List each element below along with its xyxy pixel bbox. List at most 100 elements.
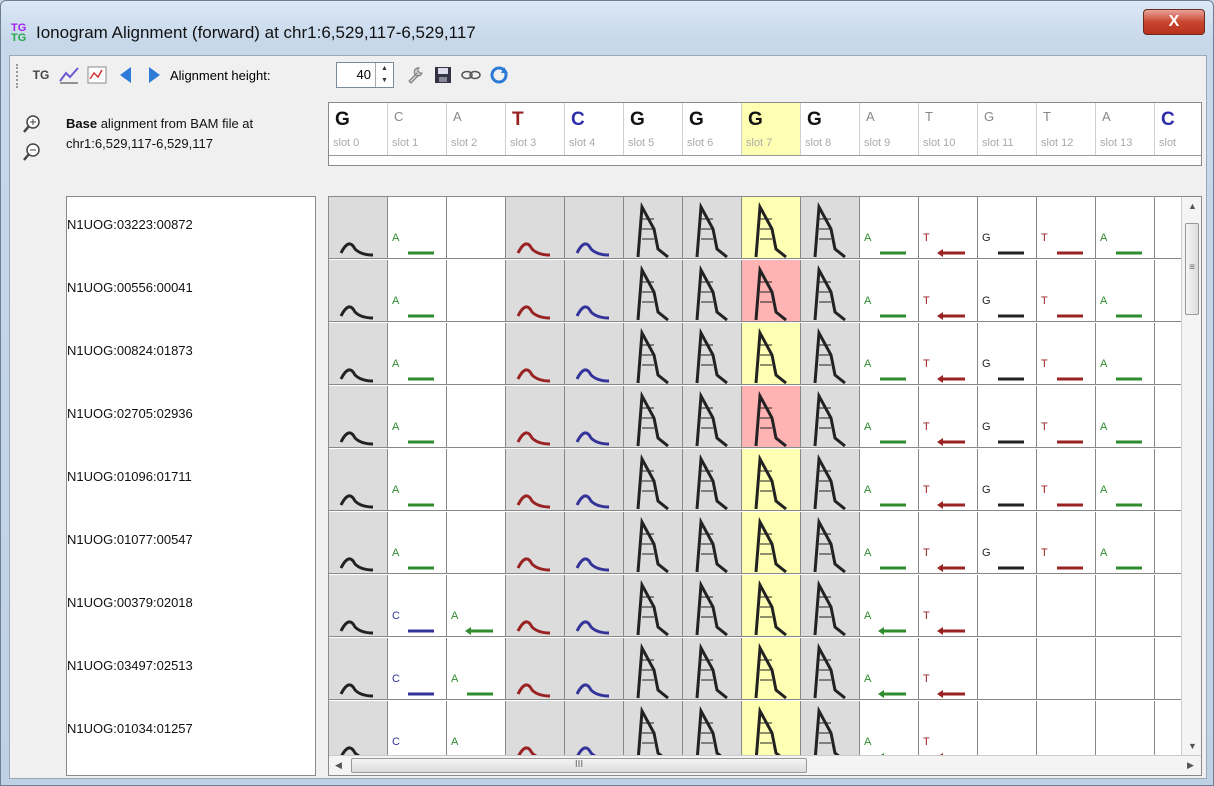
tg-icon[interactable]: TG: [28, 62, 54, 88]
ionogram-cell[interactable]: T: [1037, 449, 1096, 511]
ionogram-cell[interactable]: T: [919, 323, 978, 385]
ionogram-cell[interactable]: [506, 386, 565, 448]
refresh-icon[interactable]: [486, 62, 512, 88]
ionogram-cell[interactable]: [742, 449, 801, 511]
ionogram-cell[interactable]: A: [388, 386, 447, 448]
ionogram-cell[interactable]: A: [860, 323, 919, 385]
ionogram-cell[interactable]: [329, 449, 388, 511]
ionogram-cell[interactable]: [447, 260, 506, 322]
ionogram-cell[interactable]: [742, 638, 801, 700]
alignment-height-value[interactable]: 40: [357, 67, 371, 82]
ionogram-cell[interactable]: [801, 386, 860, 448]
ionogram-cell[interactable]: [624, 323, 683, 385]
ionogram-cell[interactable]: A: [388, 512, 447, 574]
ionogram-cell[interactable]: [742, 323, 801, 385]
ionogram-cell[interactable]: [742, 512, 801, 574]
ionogram-cell[interactable]: T: [1037, 323, 1096, 385]
ionogram-cell[interactable]: [683, 701, 742, 763]
ionogram-cell[interactable]: [801, 638, 860, 700]
read-name[interactable]: N1UOG:03223:00872: [67, 197, 315, 259]
ionogram-cell[interactable]: [801, 449, 860, 511]
ionogram-cell[interactable]: [624, 260, 683, 322]
ionogram-cell[interactable]: T: [919, 512, 978, 574]
ionogram-cell[interactable]: [1037, 701, 1096, 763]
ionogram-cell[interactable]: A: [1096, 449, 1155, 511]
alignment-height-spinner[interactable]: 40 ▲ ▼: [336, 62, 394, 88]
ionogram-cell[interactable]: [565, 638, 624, 700]
scroll-up-icon[interactable]: ▲: [1188, 201, 1197, 211]
ionogram-cell[interactable]: T: [1037, 260, 1096, 322]
ionogram-cell[interactable]: T: [919, 638, 978, 700]
ionogram-cell[interactable]: [447, 512, 506, 574]
horizontal-scrollbar[interactable]: ◀ III ▶: [329, 755, 1201, 775]
link-icon[interactable]: [458, 62, 484, 88]
ionogram-cell[interactable]: [329, 260, 388, 322]
ionogram-cell[interactable]: [1096, 638, 1155, 700]
read-name[interactable]: N1UOG:01077:00547: [67, 512, 315, 574]
ionogram-cell[interactable]: [329, 323, 388, 385]
ionogram-cell[interactable]: [801, 575, 860, 637]
save-icon[interactable]: [430, 62, 456, 88]
ionogram-cell[interactable]: [329, 512, 388, 574]
ionogram-cell[interactable]: [683, 638, 742, 700]
ionogram-cell[interactable]: A: [388, 197, 447, 259]
ionogram-cell[interactable]: [624, 638, 683, 700]
next-arrow-icon[interactable]: [142, 62, 166, 88]
ionogram-cell[interactable]: [506, 638, 565, 700]
ionogram-cell[interactable]: [1096, 575, 1155, 637]
ionogram-cell[interactable]: [801, 323, 860, 385]
ionogram-cell[interactable]: [447, 323, 506, 385]
toolbar-grip[interactable]: [16, 64, 19, 88]
ionogram-cell[interactable]: [329, 701, 388, 763]
ionogram-cell[interactable]: [683, 512, 742, 574]
ionogram-cell[interactable]: G: [978, 386, 1037, 448]
ionogram-cell[interactable]: [329, 197, 388, 259]
close-button[interactable]: X: [1143, 9, 1205, 35]
ionogram-cell[interactable]: [801, 260, 860, 322]
ionogram-cell[interactable]: [978, 575, 1037, 637]
ionogram-cell[interactable]: [447, 449, 506, 511]
ionogram-cell[interactable]: [1037, 575, 1096, 637]
ionogram-cell[interactable]: [329, 386, 388, 448]
read-name[interactable]: N1UOG:00824:01873: [67, 323, 315, 385]
ionogram-cell[interactable]: T: [919, 260, 978, 322]
ionogram-cell[interactable]: A: [860, 512, 919, 574]
zoom-in-icon[interactable]: [22, 114, 42, 139]
vertical-scrollbar[interactable]: ▲ ≡ ▼: [1181, 197, 1201, 757]
ionogram-cell[interactable]: [506, 197, 565, 259]
ionogram-cell[interactable]: [506, 323, 565, 385]
zoom-out-icon[interactable]: [22, 142, 42, 167]
previous-arrow-icon[interactable]: [114, 62, 138, 88]
wrench-icon[interactable]: [402, 62, 428, 88]
ionogram-cell[interactable]: A: [447, 701, 506, 763]
ionogram-cell[interactable]: [801, 701, 860, 763]
ionogram-cell[interactable]: [506, 512, 565, 574]
ionogram-cell[interactable]: A: [447, 638, 506, 700]
ionogram-cell[interactable]: [624, 575, 683, 637]
ionogram-cell[interactable]: [683, 386, 742, 448]
ionogram-cell[interactable]: T: [919, 197, 978, 259]
ionogram-cell[interactable]: A: [1096, 323, 1155, 385]
ionogram-cell[interactable]: [978, 701, 1037, 763]
ionogram-cell[interactable]: [801, 197, 860, 259]
ionogram-cell[interactable]: G: [978, 197, 1037, 259]
ionogram-cell[interactable]: C: [388, 701, 447, 763]
ionogram-cell[interactable]: [742, 701, 801, 763]
scroll-left-icon[interactable]: ◀: [335, 760, 342, 771]
ionogram-cell[interactable]: [624, 512, 683, 574]
read-name[interactable]: N1UOG:02705:02936: [67, 386, 315, 448]
ionogram-cell[interactable]: T: [919, 575, 978, 637]
ionogram-cell[interactable]: [329, 575, 388, 637]
ionogram-cell[interactable]: G: [978, 260, 1037, 322]
chart-icon[interactable]: [56, 62, 82, 88]
ionogram-cell[interactable]: [506, 575, 565, 637]
ionogram-cell[interactable]: A: [447, 575, 506, 637]
ionogram-cell[interactable]: [624, 701, 683, 763]
ionogram-cell[interactable]: [742, 575, 801, 637]
ionogram-cell[interactable]: A: [860, 701, 919, 763]
read-name[interactable]: N1UOG:01096:01711: [67, 449, 315, 511]
ionogram-cell[interactable]: A: [1096, 260, 1155, 322]
ionogram-cell[interactable]: [624, 449, 683, 511]
ionogram-cell[interactable]: [683, 323, 742, 385]
ionogram-cell[interactable]: C: [388, 575, 447, 637]
